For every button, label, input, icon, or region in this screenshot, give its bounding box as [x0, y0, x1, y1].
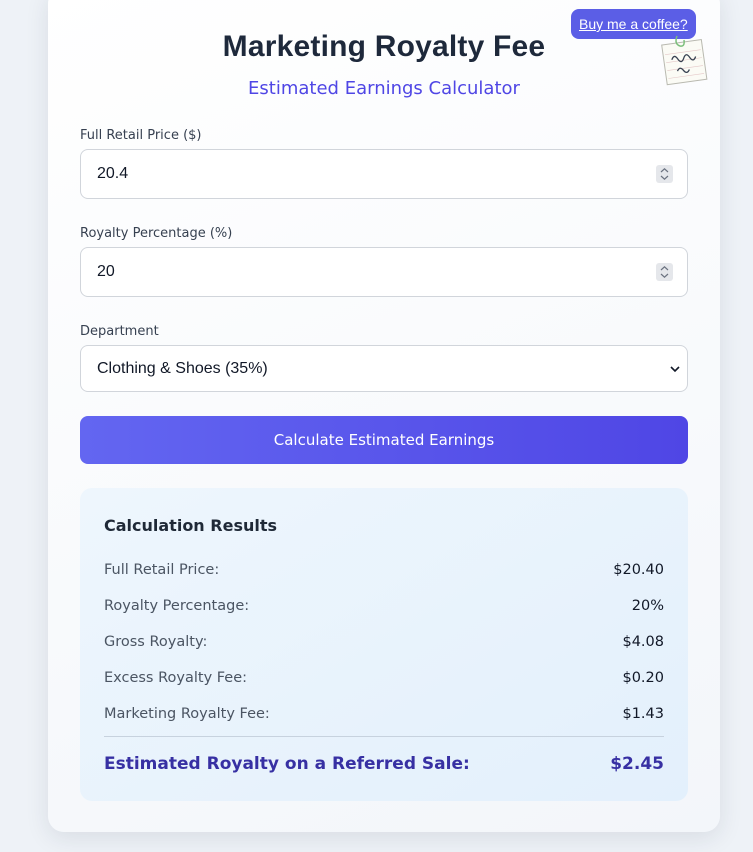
- department-select[interactable]: Clothing & Shoes (35%): [80, 345, 688, 392]
- result-row: Excess Royalty Fee: $0.20: [104, 668, 664, 688]
- royalty-percentage-label: Royalty Percentage (%): [80, 226, 233, 241]
- results-title: Calculation Results: [104, 516, 278, 535]
- retail-price-spinner[interactable]: [656, 165, 673, 183]
- result-value: $4.08: [622, 634, 664, 650]
- retail-price-input[interactable]: 20.4: [80, 149, 688, 199]
- royalty-percentage-value: 20: [97, 263, 115, 280]
- result-label: Excess Royalty Fee:: [104, 670, 248, 686]
- result-value: $1.43: [622, 706, 664, 722]
- result-value: 20%: [631, 598, 664, 614]
- department-label: Department: [80, 324, 159, 339]
- spinner-arrows-icon: [660, 265, 669, 279]
- result-label: Marketing Royalty Fee:: [104, 706, 270, 722]
- chevron-down-icon: [670, 365, 680, 372]
- result-value: $20.40: [613, 562, 664, 578]
- results-panel: Calculation Results Full Retail Price: $…: [80, 488, 688, 801]
- royalty-percentage-input[interactable]: 20: [80, 247, 688, 297]
- calculate-button[interactable]: Calculate Estimated Earnings: [80, 416, 688, 464]
- result-row: Royalty Percentage: 20%: [104, 596, 664, 616]
- result-label: Gross Royalty:: [104, 634, 208, 650]
- result-row: Marketing Royalty Fee: $1.43: [104, 704, 664, 724]
- page-subtitle: Estimated Earnings Calculator: [248, 78, 520, 99]
- result-label: Full Retail Price:: [104, 562, 220, 578]
- results-divider: [104, 736, 664, 737]
- retail-price-label: Full Retail Price ($): [80, 128, 202, 143]
- page-title: Marketing Royalty Fee: [222, 30, 546, 63]
- total-value: $2.45: [610, 754, 664, 774]
- department-value: Clothing & Shoes (35%): [97, 359, 268, 377]
- result-row: Gross Royalty: $4.08: [104, 632, 664, 652]
- royalty-percentage-spinner[interactable]: [656, 263, 673, 281]
- result-label: Royalty Percentage:: [104, 598, 250, 614]
- result-row: Full Retail Price: $20.40: [104, 560, 664, 580]
- spinner-arrows-icon: [660, 167, 669, 181]
- result-value: $0.20: [622, 670, 664, 686]
- total-label: Estimated Royalty on a Referred Sale:: [104, 754, 470, 774]
- total-row: Estimated Royalty on a Referred Sale: $2…: [104, 752, 664, 776]
- retail-price-value: 20.4: [97, 165, 129, 182]
